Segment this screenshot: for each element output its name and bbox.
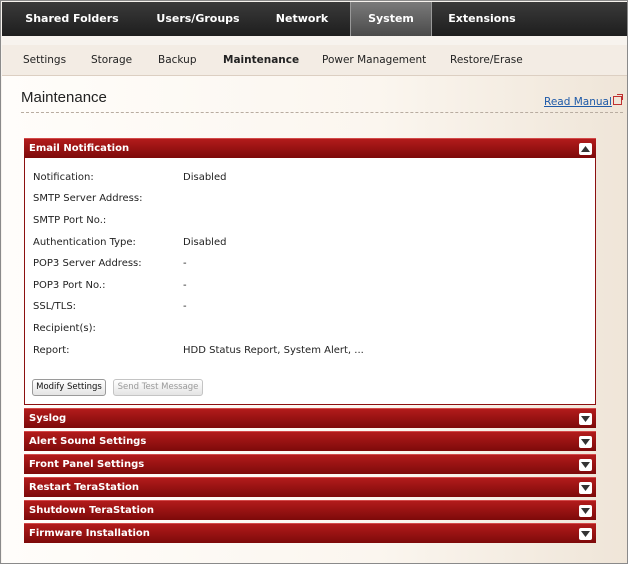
read-manual-link[interactable]: Read Manual [544, 96, 612, 108]
recipients-label: Recipient(s): [33, 323, 96, 334]
notification-label: Notification: [33, 172, 94, 183]
alert-sound-header[interactable]: Alert Sound Settings [24, 431, 596, 451]
ssl-tls-value: - [183, 301, 187, 312]
smtp-server-label: SMTP Server Address: [33, 193, 143, 204]
email-notification-header[interactable]: Email Notification [24, 138, 596, 158]
tab-network[interactable]: Network [254, 2, 350, 36]
ssl-tls-label: SSL/TLS: [33, 301, 77, 312]
subnav-backup[interactable]: Backup [158, 45, 197, 75]
notification-value: Disabled [183, 172, 227, 183]
syslog-title: Syslog [29, 413, 67, 424]
tab-extensions[interactable]: Extensions [432, 2, 532, 36]
pop3-port-label: POP3 Port No.: [33, 280, 106, 291]
email-notification-title: Email Notification [29, 143, 130, 154]
subnav-restore-erase[interactable]: Restore/Erase [450, 45, 523, 75]
app-window: Shared Folders Users/Groups Network Syst… [0, 0, 628, 564]
external-link-icon[interactable] [613, 94, 623, 105]
top-navigation: Shared Folders Users/Groups Network Syst… [2, 2, 627, 36]
sub-navigation: Settings Storage Backup Maintenance Powe… [2, 45, 627, 76]
tab-system[interactable]: System [350, 2, 432, 36]
tab-shared-folders[interactable]: Shared Folders [2, 2, 142, 36]
collapse-icon[interactable] [579, 143, 592, 155]
page-title: Maintenance [21, 89, 107, 106]
subnav-storage[interactable]: Storage [91, 45, 132, 75]
pop3-server-value: - [183, 258, 187, 269]
shutdown-header[interactable]: Shutdown TeraStation [24, 500, 596, 520]
auth-type-value: Disabled [183, 237, 227, 248]
front-panel-title: Front Panel Settings [29, 459, 145, 470]
pop3-server-label: POP3 Server Address: [33, 258, 142, 269]
subnav-maintenance[interactable]: Maintenance [223, 45, 299, 75]
expand-icon[interactable] [579, 528, 592, 540]
subnav-settings[interactable]: Settings [23, 45, 66, 75]
front-panel-header[interactable]: Front Panel Settings [24, 454, 596, 474]
email-notification-body: Notification: Disabled SMTP Server Addre… [24, 158, 596, 405]
subnav-power-management[interactable]: Power Management [322, 45, 426, 75]
expand-icon[interactable] [579, 505, 592, 517]
shutdown-title: Shutdown TeraStation [29, 505, 154, 516]
syslog-header[interactable]: Syslog [24, 408, 596, 428]
send-test-message-button[interactable]: Send Test Message [113, 379, 203, 396]
tab-users-groups[interactable]: Users/Groups [142, 2, 254, 36]
expand-icon[interactable] [579, 436, 592, 448]
alert-sound-title: Alert Sound Settings [29, 436, 147, 447]
expand-icon[interactable] [579, 413, 592, 425]
report-value: HDD Status Report, System Alert, ... [183, 345, 364, 356]
modify-settings-button[interactable]: Modify Settings [32, 379, 106, 396]
firmware-title: Firmware Installation [29, 528, 150, 539]
pop3-port-value: - [183, 280, 187, 291]
smtp-port-label: SMTP Port No.: [33, 215, 107, 226]
report-label: Report: [33, 345, 70, 356]
firmware-header[interactable]: Firmware Installation [24, 523, 596, 543]
restart-header[interactable]: Restart TeraStation [24, 477, 596, 497]
expand-icon[interactable] [579, 482, 592, 494]
expand-icon[interactable] [579, 459, 592, 471]
restart-title: Restart TeraStation [29, 482, 140, 493]
auth-type-label: Authentication Type: [33, 237, 136, 248]
title-divider [21, 112, 623, 113]
